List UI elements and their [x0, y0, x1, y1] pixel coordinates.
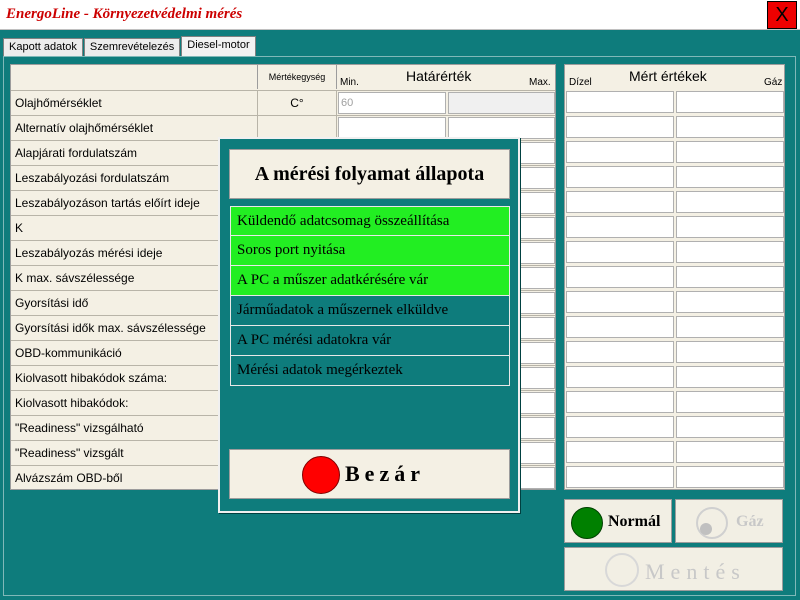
gas-value-field[interactable] — [676, 441, 784, 463]
min-limit-field[interactable] — [338, 117, 446, 139]
diesel-value-field[interactable] — [566, 416, 674, 438]
normal-fuel-button[interactable]: Normál — [564, 499, 672, 543]
gas-value-field[interactable] — [676, 291, 784, 313]
dialog-title: A mérési folyamat állapota — [229, 149, 510, 199]
gas-value-field[interactable] — [676, 316, 784, 338]
gas-value-field[interactable] — [676, 116, 784, 138]
diesel-value-field[interactable] — [566, 141, 674, 163]
gas-fuel-label: Gáz — [736, 513, 764, 530]
tab-kapott-adatok[interactable]: Kapott adatok — [3, 38, 83, 56]
gas-value-field[interactable] — [676, 266, 784, 288]
diesel-value-field[interactable] — [566, 241, 674, 263]
diesel-value-field[interactable] — [566, 316, 674, 338]
close-lamp-icon — [302, 456, 340, 494]
gas-value-field[interactable] — [676, 141, 784, 163]
unit-column-header: Mértékegység — [257, 65, 337, 89]
window-title: EnergoLine - Környezetvédelmi mérés — [6, 6, 243, 22]
diesel-value-field[interactable] — [566, 341, 674, 363]
status-step: A PC mérési adatokra vár — [230, 326, 510, 356]
normal-fuel-label: Normál — [608, 513, 661, 530]
limits-table-header: Mértékegység Min. Határérték Max. — [11, 65, 555, 89]
gas-lamp-icon — [696, 507, 728, 539]
status-step: Járműadatok a műszernek elküldve — [230, 296, 510, 326]
diesel-value-field[interactable] — [566, 366, 674, 388]
gas-value-field[interactable] — [676, 166, 784, 188]
save-button-label: Mentés — [645, 559, 746, 584]
diesel-value-field[interactable] — [566, 166, 674, 188]
gas-value-field[interactable] — [676, 216, 784, 238]
max-limit-field[interactable] — [448, 92, 555, 114]
diesel-value-field[interactable] — [566, 441, 674, 463]
gas-value-field[interactable] — [676, 366, 784, 388]
gas-value-field[interactable] — [676, 416, 784, 438]
close-window-button[interactable]: X — [767, 1, 797, 29]
gas-value-field[interactable] — [676, 341, 784, 363]
tab-diesel-motor[interactable]: Diesel-motor — [181, 36, 256, 57]
title-bar: EnergoLine - Környezetvédelmi mérés X — [0, 0, 800, 30]
gas-value-field[interactable] — [676, 466, 784, 488]
min-column-header: Min. — [340, 77, 359, 88]
diesel-value-field[interactable] — [566, 191, 674, 213]
diesel-value-field[interactable] — [566, 266, 674, 288]
diesel-column-header: Dízel — [569, 77, 592, 88]
diesel-value-field[interactable] — [566, 116, 674, 138]
row-label: Olajhőmérséklet — [15, 96, 102, 110]
gas-value-field[interactable] — [676, 191, 784, 213]
diesel-value-field[interactable] — [566, 391, 674, 413]
diesel-value-field[interactable] — [566, 216, 674, 238]
diesel-value-field[interactable] — [566, 91, 674, 113]
limit-column-header: Határérték — [406, 68, 472, 84]
measured-values-header: Mért értékek — [629, 68, 707, 84]
normal-lamp-icon — [571, 507, 603, 539]
status-step: A PC a műszer adatkérésére vár — [230, 266, 510, 296]
status-step: Soros port nyitása — [230, 236, 510, 266]
status-step: Küldendő adatcsomag összeállítása — [230, 206, 510, 236]
gas-value-field[interactable] — [676, 241, 784, 263]
row-unit: C° — [257, 91, 337, 115]
max-column-header: Max. — [529, 77, 551, 88]
table-row: Olajhőmérséklet C° 60 — [11, 90, 555, 115]
measurement-status-dialog: A mérési folyamat állapota Küldendő adat… — [218, 137, 520, 513]
gas-value-field[interactable] — [676, 91, 784, 113]
gas-column-header: Gáz — [764, 77, 783, 88]
gas-fuel-button[interactable]: Gáz — [675, 499, 783, 543]
close-dialog-button[interactable]: Bezár — [229, 449, 510, 499]
measured-values-table: Dízel Mért értékek Gáz — [564, 64, 785, 490]
diesel-value-field[interactable] — [566, 466, 674, 488]
save-lamp-icon — [605, 553, 639, 587]
gas-value-field[interactable] — [676, 391, 784, 413]
save-button[interactable]: Mentés — [564, 547, 783, 591]
status-steps: Küldendő adatcsomag összeállítása Soros … — [230, 206, 510, 386]
min-limit-field[interactable]: 60 — [338, 92, 446, 114]
max-limit-field[interactable] — [448, 117, 555, 139]
status-step: Mérési adatok megérkeztek — [230, 356, 510, 386]
tab-bar: Kapott adatok Szemrevételezés Diesel-mot… — [3, 36, 257, 57]
close-dialog-label: Bezár — [345, 461, 425, 486]
tab-szemrevetelezes[interactable]: Szemrevételezés — [83, 38, 181, 56]
diesel-value-field[interactable] — [566, 291, 674, 313]
